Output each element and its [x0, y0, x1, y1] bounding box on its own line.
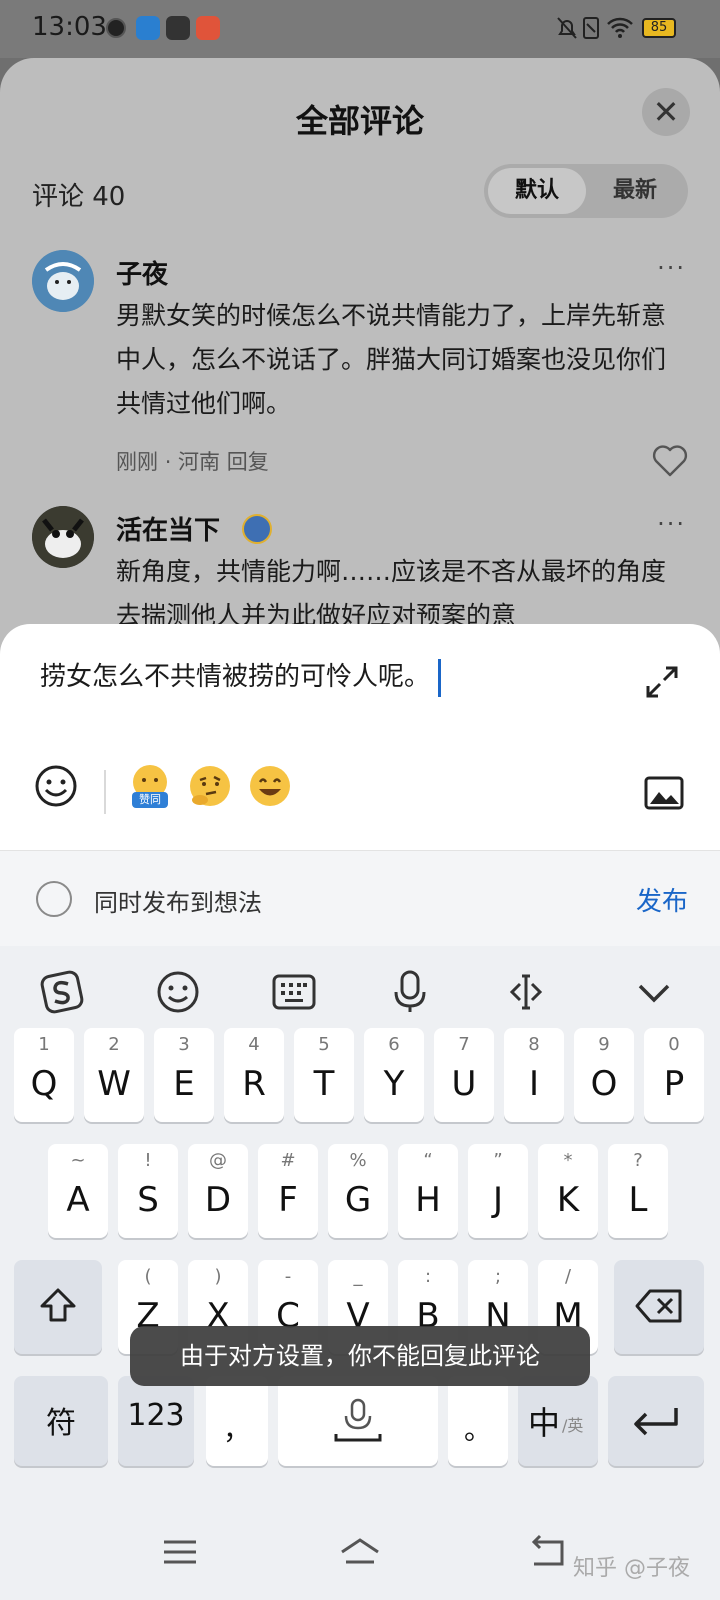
key-s[interactable]: ! S	[118, 1144, 178, 1238]
comment-composer: 捞女怎么不共情被捞的可怜人呢。 赞同	[0, 624, 720, 850]
heart-icon[interactable]	[652, 444, 688, 478]
app-notification-icon	[136, 16, 160, 40]
comment-count: 评论 40	[32, 182, 126, 212]
number-key[interactable]: 123	[118, 1376, 194, 1466]
key-f[interactable]: # F	[258, 1144, 318, 1238]
key-p[interactable]: 0P	[644, 1028, 704, 1122]
key-e[interactable]: 3E	[154, 1028, 214, 1122]
comma-key[interactable]: ，	[206, 1376, 268, 1466]
image-icon[interactable]	[644, 776, 684, 810]
chevron-down-icon[interactable]	[630, 968, 678, 1016]
sort-toggle: 默认 最新	[484, 164, 688, 218]
also-post-checkbox[interactable]	[36, 881, 72, 917]
key-q[interactable]: 1Q	[14, 1028, 74, 1122]
enter-key[interactable]	[608, 1376, 704, 1466]
symbol-key[interactable]: 符	[14, 1376, 108, 1466]
app-notification-icon-2	[166, 16, 190, 40]
status-bar: 13:03 85	[0, 0, 720, 58]
more-icon[interactable]: ···	[657, 510, 686, 538]
text-caret	[438, 658, 442, 697]
divider	[104, 770, 106, 814]
comment-text: 男默女笑的时候怎么不说共情能力了，上岸先斩意中人，怎么不说话了。胖猫大同订婚案也…	[116, 301, 667, 418]
space-key[interactable]	[278, 1376, 438, 1466]
emoji-icon[interactable]	[32, 762, 80, 810]
backspace-key[interactable]	[614, 1260, 704, 1354]
key-y[interactable]: 6Y	[364, 1028, 424, 1122]
language-switch-key[interactable]: 中 /英	[518, 1376, 598, 1466]
sticker-badge-label: 赞同	[139, 793, 161, 806]
cursor-move-icon[interactable]	[502, 968, 550, 1016]
key-u[interactable]: 7U	[434, 1028, 494, 1122]
key-h[interactable]: “H	[398, 1144, 458, 1238]
publish-bar: 同时发布到想法 发布	[0, 850, 720, 947]
key-d[interactable]: @ D	[188, 1144, 248, 1238]
menu-icon[interactable]	[158, 1532, 202, 1572]
close-button[interactable]: ✕	[642, 88, 690, 136]
also-post-label: 同时发布到想法	[94, 889, 262, 917]
comments-sheet: 全部评论 ✕ 评论 40 默认 最新 子夜 ··· 男默女笑的时候怎么不说共情能…	[0, 58, 720, 658]
backspace-icon	[635, 1289, 682, 1323]
key-t[interactable]: 5T	[294, 1028, 354, 1122]
key-k[interactable]: * K	[538, 1144, 598, 1238]
comment-time: 刚刚	[116, 450, 158, 474]
app-notification-icon-3	[196, 16, 220, 40]
period-key[interactable]: 。	[448, 1376, 508, 1466]
comment-author[interactable]: 子夜	[116, 254, 168, 291]
soft-keyboard: 1Q 2W 3E 4R 5T 6Y 7U 8I 9O 0P ~ A ! S @ D #…	[0, 946, 720, 1506]
sim-icon	[583, 17, 599, 39]
space-mic-icon	[334, 1398, 382, 1442]
sogou-logo-icon[interactable]	[38, 968, 86, 1016]
toast-message: 由于对方设置，你不能回复此评论	[130, 1326, 590, 1386]
battery-icon: 85	[642, 18, 676, 38]
emoji-icon[interactable]	[154, 968, 202, 1016]
back-icon[interactable]	[526, 1532, 570, 1572]
comment-item: 子夜 ··· 男默女笑的时候怎么不说共情能力了，上岸先斩意中人，怎么不说话了。胖…	[0, 250, 720, 490]
key-i[interactable]: 8I	[504, 1028, 564, 1122]
comment-author[interactable]: 活在当下	[116, 510, 220, 547]
more-icon[interactable]: ···	[657, 254, 686, 282]
meta-dot: ·	[164, 450, 179, 474]
avatar[interactable]	[32, 506, 94, 568]
avatar[interactable]	[32, 250, 94, 312]
user-badge-icon	[242, 514, 272, 544]
key-r[interactable]: 4R	[224, 1028, 284, 1122]
comment-meta: 刚刚 · 河南 回复	[116, 446, 269, 476]
shift-icon	[40, 1288, 76, 1322]
key-g[interactable]: % G	[328, 1144, 388, 1238]
key-a[interactable]: ~ A	[48, 1144, 108, 1238]
sticker-thinking-icon[interactable]	[186, 762, 234, 810]
enter-icon	[634, 1408, 678, 1436]
mute-icon	[557, 17, 577, 39]
close-icon: ✕	[652, 93, 680, 131]
publish-button[interactable]: 发布	[636, 881, 688, 918]
key-w[interactable]: 2W	[84, 1028, 144, 1122]
key-o[interactable]: 9O	[574, 1028, 634, 1122]
sheet-title: 全部评论	[295, 102, 424, 140]
key-l[interactable]: ? L	[608, 1144, 668, 1238]
mic-icon[interactable]	[386, 968, 434, 1016]
comment-input[interactable]: 捞女怎么不共情被捞的可怜人呢。	[40, 656, 442, 697]
sticker-grin-icon[interactable]	[246, 762, 294, 810]
sticker-agree-icon[interactable]: 赞同	[126, 762, 174, 810]
watermark: 知乎 @子夜	[573, 1556, 690, 1581]
key-j[interactable]: ” J	[468, 1144, 528, 1238]
shift-key[interactable]	[14, 1260, 102, 1354]
keyboard-icon[interactable]	[270, 968, 318, 1016]
comment-input-value: 捞女怎么不共情被捞的可怜人呢。	[40, 662, 431, 692]
home-icon[interactable]	[338, 1532, 382, 1572]
sort-default-tab[interactable]: 默认	[488, 168, 586, 214]
sort-latest-tab[interactable]: 最新	[586, 168, 684, 214]
comment-location: 河南	[178, 450, 221, 474]
reply-link[interactable]: 回复	[227, 450, 269, 474]
wifi-icon	[607, 17, 633, 38]
status-time: 13:03	[32, 12, 107, 42]
record-icon	[106, 18, 126, 38]
expand-icon[interactable]	[644, 664, 680, 700]
